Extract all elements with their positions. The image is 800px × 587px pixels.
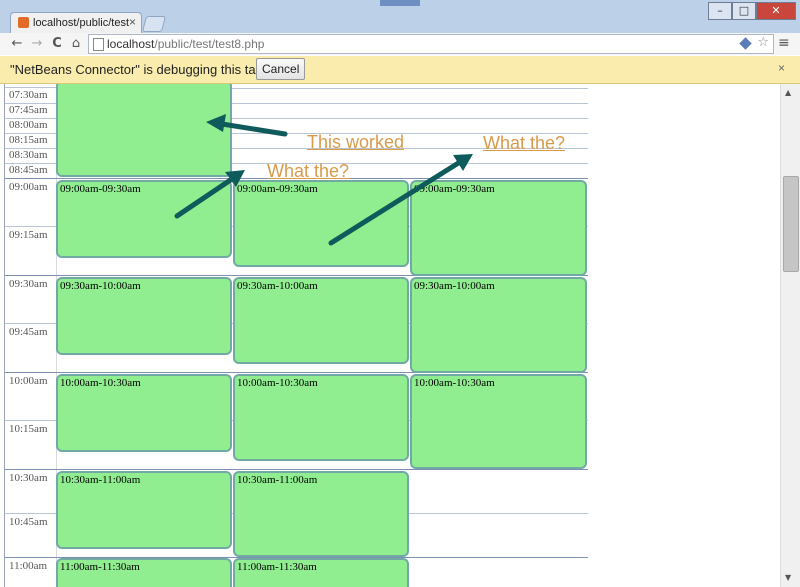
arrow-icon	[219, 121, 288, 137]
tab-title: localhost/public/test	[33, 17, 129, 29]
title-bar: localhost/public/test × – □ ✕	[0, 0, 800, 34]
arrow-icon	[328, 159, 463, 246]
maximize-button[interactable]: □	[732, 2, 756, 20]
minimize-button[interactable]: –	[708, 2, 732, 20]
vertical-scrollbar[interactable]: ▲ ▼	[780, 84, 800, 587]
back-arrow-icon[interactable]: ←	[8, 35, 26, 53]
forward-arrow-icon[interactable]: →	[28, 35, 46, 53]
annotation-arrows	[174, 114, 473, 246]
wrench-menu-icon[interactable]: ≡	[778, 35, 790, 51]
scroll-up-icon[interactable]: ▲	[785, 88, 791, 97]
html5-icon	[18, 17, 29, 28]
scroll-down-icon[interactable]: ▼	[785, 573, 791, 582]
extension-cube-icon[interactable]	[739, 37, 752, 50]
browser-toolbar: ← → C ⌂ localhost/public/test/test8.php …	[0, 33, 800, 55]
url-path: /public/test/test8.php	[154, 37, 265, 51]
browser-tab[interactable]: localhost/public/test ×	[10, 12, 142, 34]
window-close-button[interactable]: ✕	[756, 2, 796, 20]
home-icon[interactable]: ⌂	[67, 35, 85, 53]
page-viewport: 07:30am 07:45am 08:00am 08:15am 08:30am …	[0, 84, 780, 587]
new-tab-button[interactable]	[141, 16, 167, 32]
cancel-button[interactable]: Cancel	[256, 58, 306, 80]
title-bar-grip	[380, 0, 420, 6]
address-bar[interactable]: localhost/public/test/test8.php ☆	[88, 34, 774, 54]
debug-infobar: "NetBeans Connector" is debugging this t…	[0, 56, 800, 84]
arrowhead-icon	[206, 114, 226, 132]
bookmark-star-icon[interactable]: ☆	[757, 35, 769, 50]
page-icon	[93, 38, 104, 51]
url-text: localhost/public/test/test8.php	[107, 37, 264, 51]
infobar-close-icon[interactable]: ×	[778, 61, 785, 75]
arrow-icon	[174, 176, 235, 219]
reload-icon[interactable]: C	[48, 35, 66, 53]
tab-close-icon[interactable]: ×	[129, 15, 136, 29]
infobar-message: "NetBeans Connector" is debugging this t…	[10, 62, 267, 77]
scrollbar-thumb[interactable]	[783, 176, 799, 272]
url-host: localhost	[107, 37, 155, 51]
